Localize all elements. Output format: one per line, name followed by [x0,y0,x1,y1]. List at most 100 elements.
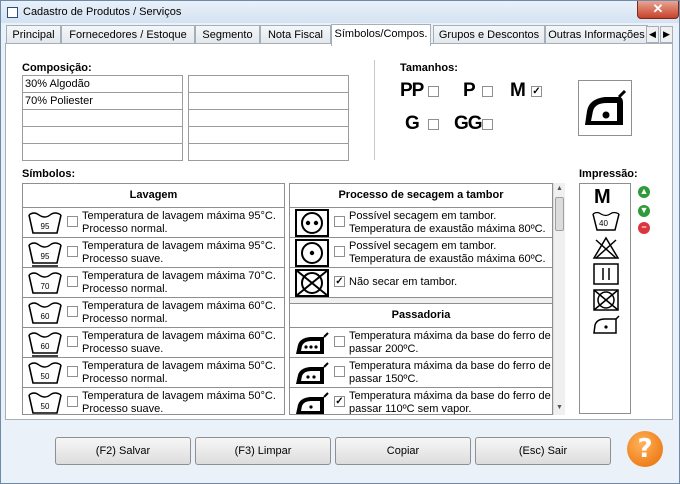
composicao-label: Composição: [22,62,92,74]
list-item: ✓ Não secar em tambor. [290,268,552,298]
composicao-cell[interactable]: 70% Poliester [23,93,182,110]
iron-icon [585,89,627,125]
lavagem-text-line1: Temperatura de lavagem máxima 95°C. [82,240,276,252]
lavagem-checkbox[interactable] [67,396,78,407]
wash-tub-icon: 70 [28,272,62,294]
composicao-cell[interactable] [189,127,348,144]
composicao-cell[interactable] [189,76,348,93]
lavagem-text-line2: Processo normal. [82,312,168,325]
size-m-checkbox[interactable]: ✓ [531,86,542,97]
list-item: 50 Temperatura de lavagem máxima 50°C. Pro… [23,358,284,388]
print-preview: M 40 [579,183,631,414]
composicao-cell[interactable] [23,110,182,127]
tumble-dry-high-icon [295,209,329,237]
lavagem-checkbox[interactable] [67,336,78,347]
secagem-checkbox[interactable] [334,246,345,257]
secagem-text-line2: Temperatura de exaustão máxima 80ºC. [349,222,546,235]
list-item: Temperatura máxima da base do ferro de pa… [290,358,552,388]
print-size-letter: M [594,186,611,208]
wash-tub-icon: 95 [28,212,62,234]
composicao-grid-right[interactable] [188,75,349,161]
simbolos-label: Símbolos: [22,168,76,180]
passadoria-text-line1: Temperatura máxima da base do ferro de [349,390,551,402]
list-item: Possível secagem em tambor. Temperatura d… [290,238,552,268]
symbols-scrollbar[interactable]: ▲ ▼ [553,183,565,415]
move-down-button[interactable]: ▼ [638,205,650,217]
lavagem-checkbox[interactable] [67,276,78,287]
tab-principal[interactable]: Principal [6,25,61,45]
lavagem-text-line1: Temperatura de lavagem máxima 60°C. [82,300,276,312]
composicao-cell[interactable] [189,110,348,127]
tumble-dry-low-icon [295,239,329,267]
do-not-tumble-dry-icon [295,269,329,297]
iron-high-icon [296,332,329,354]
composicao-cell[interactable] [189,93,348,110]
size-pp-checkbox[interactable] [428,86,439,97]
iron-medium-icon [296,362,329,384]
passadoria-checkbox[interactable] [334,366,345,377]
remove-symbol-button[interactable]: − [638,222,650,234]
lavagem-text-line2: Processo normal. [82,372,168,385]
composicao-cell[interactable] [23,127,182,144]
save-button[interactable]: (F2) Salvar [55,437,191,465]
scroll-down-icon[interactable]: ▼ [554,402,565,414]
scroll-thumb[interactable] [555,197,564,231]
lavagem-checkbox[interactable] [67,246,78,257]
secagem-checkbox[interactable]: ✓ [334,276,345,287]
size-p-checkbox[interactable] [482,86,493,97]
exit-button[interactable]: (Esc) Sair [475,437,611,465]
list-item: 60 Temperatura de lavagem máxima 60°C. Pro… [23,328,284,358]
lavagem-header: Lavagem [23,184,284,208]
tab-nota-fiscal[interactable]: Nota Fiscal [260,25,331,45]
tab-grupos-descontos[interactable]: Grupos e Descontos [433,25,545,45]
wash-temp-label: 70 [41,282,50,291]
wash-temp-label: 50 [41,372,50,381]
tab-scroll-right-icon[interactable]: ▶ [660,26,673,43]
tab-segmento[interactable]: Segmento [195,25,260,45]
passadoria-text-line1: Temperatura máxima da base do ferro de [349,360,551,372]
size-g-checkbox[interactable] [428,119,439,130]
passadoria-text-line2: passar 150ºC. [349,372,419,385]
composicao-cell[interactable] [189,144,348,161]
tab-scroll-left-icon[interactable]: ◀ [646,26,659,43]
copy-button[interactable]: Copiar [335,437,471,465]
tab-simbolos-compos[interactable]: Símbolos/Compos. [331,24,431,46]
secagem-checkbox[interactable] [334,216,345,227]
lavagem-text-line2: Processo suave. [82,402,164,415]
tab-outras-informacoes[interactable]: Outras Informações [545,25,648,45]
list-item: 95 Temperatura de lavagem máxima 95°C. Pro… [23,238,284,268]
app-icon [7,7,18,18]
tab-fornecedores-estoque[interactable]: Fornecedores / Estoque [61,25,195,45]
wash-tub-icon: 50 [28,362,62,384]
secagem-text-line2: Temperatura de exaustão máxima 60ºC. [349,252,546,265]
selected-symbol-preview [578,80,632,136]
lavagem-checkbox[interactable] [67,306,78,317]
list-item: Temperatura máxima da base do ferro de pa… [290,328,552,358]
size-g-label: G [405,113,420,134]
passadoria-text-line1: Temperatura máxima da base do ferro de [349,330,551,342]
section-divider [374,60,375,160]
passadoria-checkbox[interactable] [334,336,345,347]
clear-button[interactable]: (F3) Limpar [195,437,331,465]
composicao-cell[interactable]: 30% Algodão [23,76,182,93]
help-icon[interactable]: ? [627,431,663,467]
move-up-button[interactable]: ▲ [638,186,650,198]
print-no-bleach-icon [592,236,620,259]
lavagem-checkbox[interactable] [67,216,78,227]
lavagem-text-line2: Processo normal. [82,282,168,295]
secagem-text-line1: Possível secagem em tambor. [349,240,497,252]
size-m-label: M [510,80,526,101]
size-gg-checkbox[interactable] [482,119,493,130]
tab-strip: Principal Fornecedores / Estoque Segment… [6,24,674,46]
wash-tub-icon: 95 [28,242,62,267]
close-button[interactable]: ✕ [637,1,679,19]
composicao-cell[interactable] [23,144,182,161]
passadoria-checkbox[interactable]: ✓ [334,396,345,407]
tamanhos-label: Tamanhos: [400,62,458,74]
passadoria-text-line2: passar 110ºC sem vapor. [349,402,472,415]
size-pp-label: PP [400,80,424,101]
lavagem-checkbox[interactable] [67,366,78,377]
impressao-label: Impressão: [579,168,638,180]
scroll-up-icon[interactable]: ▲ [554,183,565,195]
composicao-grid-left[interactable]: 30% Algodão 70% Poliester [22,75,183,161]
